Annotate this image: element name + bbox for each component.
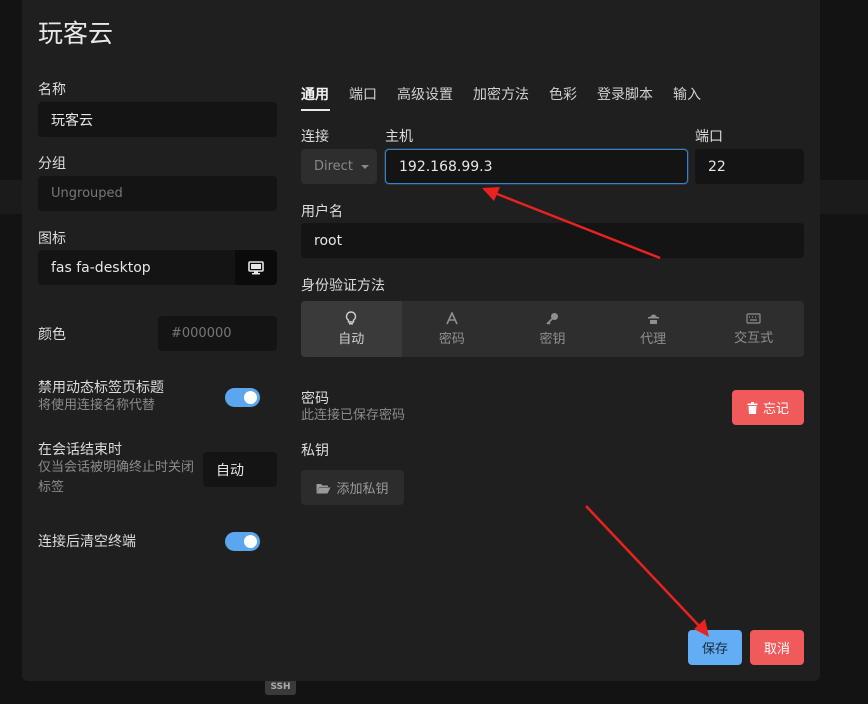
trash-icon bbox=[747, 401, 758, 414]
icon-label: 图标 bbox=[38, 231, 66, 247]
caret-down-icon bbox=[360, 164, 369, 169]
disable-dynamic-title-label: 禁用动态标签页标题 bbox=[38, 380, 164, 396]
password-saved-description: 此连接已保存密码 bbox=[301, 408, 406, 423]
color-input[interactable]: #000000 bbox=[158, 316, 277, 351]
tab-general[interactable]: 通用 bbox=[301, 84, 329, 104]
tab-input[interactable]: 输入 bbox=[673, 84, 701, 104]
connection-mode-select[interactable]: Direct bbox=[301, 149, 377, 184]
group-input[interactable]: Ungrouped bbox=[38, 176, 277, 211]
tab-ports[interactable]: 端口 bbox=[349, 84, 377, 104]
name-label: 名称 bbox=[38, 82, 66, 98]
connection-dialog: 玩客云 名称 玩客云 分组 Ungrouped 图标 fas fa-deskto… bbox=[22, 0, 820, 681]
icon-input[interactable]: fas fa-desktop bbox=[38, 250, 235, 285]
background-strip bbox=[820, 180, 868, 214]
auth-method-label-password: 密码 bbox=[438, 331, 465, 347]
forget-password-button[interactable]: 忘记 bbox=[732, 390, 804, 425]
tab-ciphers[interactable]: 加密方法 bbox=[473, 84, 529, 104]
password-label: 密码 bbox=[301, 391, 329, 407]
tab-login-scripts[interactable]: 登录脚本 bbox=[597, 84, 653, 104]
auth-method-agent[interactable]: 代理 bbox=[603, 301, 704, 357]
auth-method-password[interactable]: 密码 bbox=[402, 301, 503, 357]
clear-terminal-toggle[interactable] bbox=[225, 532, 260, 551]
auth-method-selector: 自动 密码 密钥 代理 交互式 bbox=[301, 301, 804, 357]
auth-method-auto[interactable]: 自动 bbox=[301, 301, 402, 357]
clear-terminal-label: 连接后清空终端 bbox=[38, 534, 136, 550]
disable-dynamic-title-description: 将使用连接名称代替 bbox=[38, 398, 156, 413]
color-label: 颜色 bbox=[38, 327, 66, 343]
group-label: 分组 bbox=[38, 156, 66, 172]
session-end-select[interactable]: 自动 bbox=[203, 452, 277, 487]
tab-advanced[interactable]: 高级设置 bbox=[397, 84, 453, 104]
connection-mode-value: Direct bbox=[314, 159, 353, 174]
lightbulb-icon bbox=[346, 311, 357, 325]
folder-open-icon bbox=[316, 483, 331, 493]
session-end-description: 仅当会话被明确终止时关闭标签 bbox=[38, 460, 195, 495]
auth-method-label-auto: 自动 bbox=[338, 332, 365, 347]
icon-picker-button[interactable] bbox=[235, 250, 277, 285]
keyboard-icon bbox=[746, 312, 761, 324]
tab-colors[interactable]: 色彩 bbox=[549, 84, 577, 104]
agent-icon bbox=[647, 314, 659, 324]
connection-label: 连接 bbox=[301, 129, 329, 145]
host-input[interactable]: 192.168.99.3 bbox=[385, 149, 688, 184]
desktop-icon bbox=[248, 260, 264, 274]
username-label: 用户名 bbox=[301, 204, 343, 220]
port-label: 端口 bbox=[695, 129, 723, 145]
cancel-button[interactable]: 取消 bbox=[750, 630, 804, 665]
forget-password-label: 忘记 bbox=[762, 402, 789, 417]
name-input[interactable]: 玩客云 bbox=[38, 102, 277, 137]
auth-method-label-agent: 代理 bbox=[640, 331, 667, 347]
save-button[interactable]: 保存 bbox=[688, 630, 742, 665]
private-key-label: 私钥 bbox=[301, 443, 329, 459]
font-icon bbox=[446, 311, 458, 324]
auth-method-label-key: 密钥 bbox=[539, 331, 566, 347]
add-private-key-label: 添加私钥 bbox=[336, 482, 389, 497]
auth-method-interactive[interactable]: 交互式 bbox=[703, 301, 804, 357]
port-input[interactable]: 22 bbox=[695, 149, 804, 184]
key-icon bbox=[546, 312, 558, 325]
auth-method-key[interactable]: 密钥 bbox=[502, 301, 603, 357]
auth-method-label: 身份验证方法 bbox=[301, 278, 385, 294]
disable-dynamic-title-toggle[interactable] bbox=[225, 388, 260, 407]
auth-method-label-interactive: 交互式 bbox=[734, 330, 774, 346]
host-label: 主机 bbox=[385, 129, 413, 145]
dialog-title: 玩客云 bbox=[38, 19, 114, 48]
username-input[interactable]: root bbox=[301, 223, 804, 258]
add-private-key-button[interactable]: 添加私钥 bbox=[301, 470, 404, 505]
session-end-label: 在会话结束时 bbox=[38, 442, 122, 458]
active-tab-indicator bbox=[301, 109, 330, 111]
background-strip bbox=[0, 180, 22, 214]
